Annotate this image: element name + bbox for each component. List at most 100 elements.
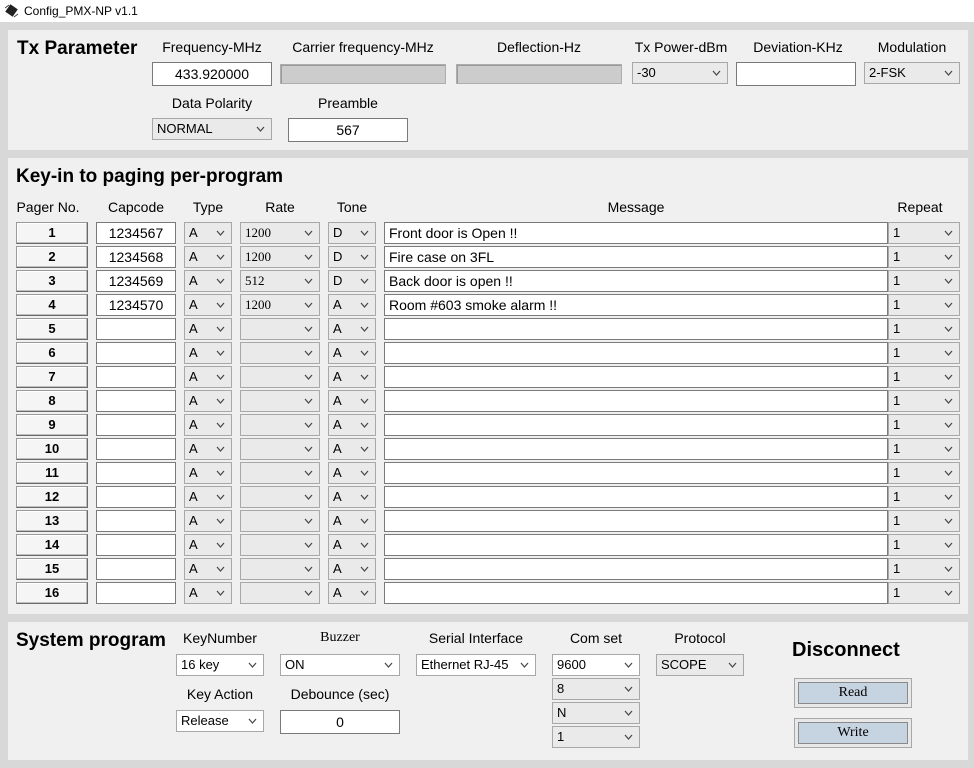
capcode-input[interactable]: 1234569: [96, 270, 176, 292]
capcode-input[interactable]: [96, 414, 176, 436]
read-button[interactable]: Read: [798, 682, 908, 704]
data-polarity-select[interactable]: NORMAL: [152, 118, 272, 140]
pager-button[interactable]: 14: [16, 534, 88, 556]
pager-button[interactable]: 3: [16, 270, 88, 292]
capcode-input[interactable]: [96, 462, 176, 484]
type-select[interactable]: A: [184, 246, 232, 268]
pager-button[interactable]: 10: [16, 438, 88, 460]
write-button[interactable]: Write: [798, 722, 908, 744]
capcode-input[interactable]: [96, 534, 176, 556]
rate-select[interactable]: [240, 582, 320, 604]
repeat-select[interactable]: 1: [888, 366, 960, 388]
pager-button[interactable]: 1: [16, 222, 88, 244]
message-input[interactable]: [384, 462, 888, 484]
type-select[interactable]: A: [184, 486, 232, 508]
capcode-input[interactable]: [96, 438, 176, 460]
message-input[interactable]: [384, 342, 888, 364]
type-select[interactable]: A: [184, 534, 232, 556]
message-input[interactable]: Fire case on 3FL: [384, 246, 888, 268]
type-select[interactable]: A: [184, 342, 232, 364]
repeat-select[interactable]: 1: [888, 438, 960, 460]
rate-select[interactable]: [240, 438, 320, 460]
serial-interface-select[interactable]: Ethernet RJ-45: [416, 654, 536, 676]
rate-select[interactable]: [240, 558, 320, 580]
repeat-select[interactable]: 1: [888, 414, 960, 436]
repeat-select[interactable]: 1: [888, 318, 960, 340]
rate-select[interactable]: [240, 414, 320, 436]
capcode-input[interactable]: 1234568: [96, 246, 176, 268]
rate-select[interactable]: [240, 510, 320, 532]
capcode-input[interactable]: [96, 366, 176, 388]
rate-select[interactable]: [240, 534, 320, 556]
rate-select[interactable]: 512: [240, 270, 320, 292]
repeat-select[interactable]: 1: [888, 222, 960, 244]
capcode-input[interactable]: [96, 318, 176, 340]
parity-select[interactable]: N: [552, 702, 640, 724]
repeat-select[interactable]: 1: [888, 558, 960, 580]
stop-bits-select[interactable]: 1: [552, 726, 640, 748]
rate-select[interactable]: [240, 318, 320, 340]
rate-select[interactable]: 1200: [240, 294, 320, 316]
repeat-select[interactable]: 1: [888, 534, 960, 556]
message-input[interactable]: [384, 558, 888, 580]
repeat-select[interactable]: 1: [888, 342, 960, 364]
capcode-input[interactable]: [96, 582, 176, 604]
tone-select[interactable]: A: [328, 534, 376, 556]
pager-button[interactable]: 6: [16, 342, 88, 364]
key-action-select[interactable]: Release: [176, 710, 264, 732]
repeat-select[interactable]: 1: [888, 390, 960, 412]
type-select[interactable]: A: [184, 510, 232, 532]
repeat-select[interactable]: 1: [888, 270, 960, 292]
type-select[interactable]: A: [184, 582, 232, 604]
tone-select[interactable]: A: [328, 390, 376, 412]
message-input[interactable]: [384, 582, 888, 604]
deviation-input[interactable]: [736, 62, 856, 86]
tone-select[interactable]: D: [328, 270, 376, 292]
tone-select[interactable]: A: [328, 342, 376, 364]
pager-button[interactable]: 8: [16, 390, 88, 412]
pager-button[interactable]: 5: [16, 318, 88, 340]
baud-rate-select[interactable]: 9600: [552, 654, 640, 676]
pager-button[interactable]: 9: [16, 414, 88, 436]
pager-button[interactable]: 11: [16, 462, 88, 484]
capcode-input[interactable]: [96, 390, 176, 412]
pager-button[interactable]: 2: [16, 246, 88, 268]
pager-button[interactable]: 13: [16, 510, 88, 532]
capcode-input[interactable]: 1234567: [96, 222, 176, 244]
tone-select[interactable]: D: [328, 246, 376, 268]
protocol-select[interactable]: SCOPE: [656, 654, 744, 676]
message-input[interactable]: [384, 318, 888, 340]
data-bits-select[interactable]: 8: [552, 678, 640, 700]
tone-select[interactable]: A: [328, 294, 376, 316]
preamble-input[interactable]: 567: [288, 118, 408, 142]
type-select[interactable]: A: [184, 414, 232, 436]
buzzer-select[interactable]: ON: [280, 654, 400, 676]
pager-button[interactable]: 15: [16, 558, 88, 580]
type-select[interactable]: A: [184, 270, 232, 292]
pager-button[interactable]: 12: [16, 486, 88, 508]
type-select[interactable]: A: [184, 558, 232, 580]
type-select[interactable]: A: [184, 294, 232, 316]
pager-button[interactable]: 7: [16, 366, 88, 388]
message-input[interactable]: [384, 390, 888, 412]
rate-select[interactable]: [240, 390, 320, 412]
message-input[interactable]: [384, 438, 888, 460]
capcode-input[interactable]: [96, 510, 176, 532]
message-input[interactable]: Front door is Open !!: [384, 222, 888, 244]
tone-select[interactable]: A: [328, 510, 376, 532]
repeat-select[interactable]: 1: [888, 510, 960, 532]
type-select[interactable]: A: [184, 438, 232, 460]
rate-select[interactable]: [240, 342, 320, 364]
type-select[interactable]: A: [184, 462, 232, 484]
capcode-input[interactable]: [96, 486, 176, 508]
pager-button[interactable]: 16: [16, 582, 88, 604]
rate-select[interactable]: [240, 366, 320, 388]
message-input[interactable]: [384, 486, 888, 508]
pager-button[interactable]: 4: [16, 294, 88, 316]
debounce-input[interactable]: 0: [280, 710, 400, 734]
modulation-select[interactable]: 2-FSK: [864, 62, 960, 84]
tone-select[interactable]: A: [328, 414, 376, 436]
frequency-input[interactable]: 433.920000: [152, 62, 272, 86]
tone-select[interactable]: A: [328, 486, 376, 508]
repeat-select[interactable]: 1: [888, 462, 960, 484]
